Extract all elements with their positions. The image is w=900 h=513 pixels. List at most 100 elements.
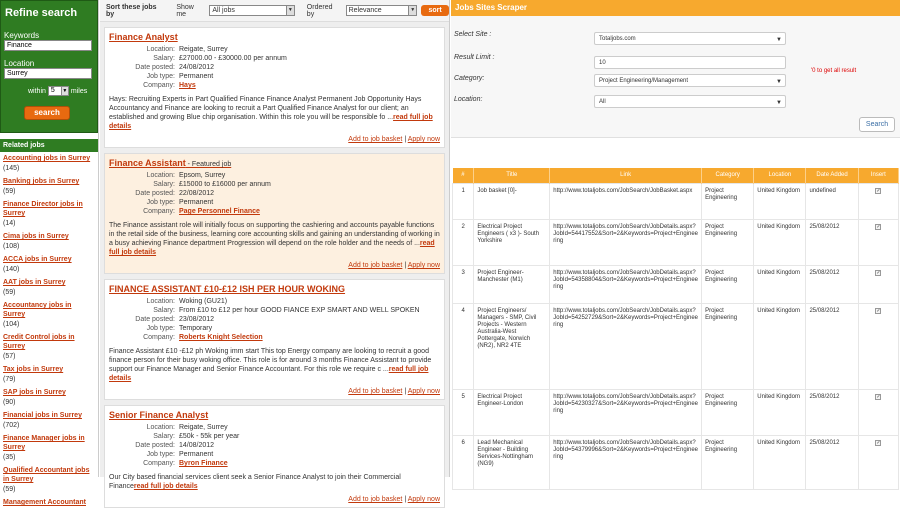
row-insert: ✓ [857, 264, 900, 304]
add-to-basket-link[interactable]: Add to job basket [348, 262, 402, 269]
job-location-value: Epsom, Surrey [179, 172, 226, 179]
add-to-basket-link[interactable]: Add to job basket [348, 136, 402, 143]
sort-button[interactable]: sort [421, 5, 450, 16]
location-select[interactable]: All ▼ [594, 95, 786, 108]
company-link[interactable]: Roberts Knight Selection [179, 334, 263, 341]
insert-checkbox[interactable]: ✓ [875, 439, 882, 446]
row-category: Project Engineering [701, 264, 755, 304]
job-company[interactable]: Hays [177, 81, 289, 90]
job-listings: Sort these jobs by Show me All jobs ▼ Ord… [100, 0, 450, 508]
related-job-link[interactable]: Cima jobs in Surrey [3, 232, 95, 241]
location-value: All [599, 99, 606, 105]
limit-input[interactable]: 10 [594, 56, 786, 69]
related-job-count: (104) [3, 321, 20, 328]
results-table: # Title Link Category Location Date Added Inse… [451, 168, 900, 490]
related-job-link[interactable]: Banking jobs in Surrey [3, 177, 95, 186]
show-me-select[interactable]: All jobs ▼ [209, 5, 295, 16]
job-title-heading: Senior Finance Analyst [109, 410, 440, 420]
job-type: Temporary [177, 324, 422, 333]
job-field-label: Company: [143, 460, 175, 467]
apply-now-link[interactable]: Apply now [408, 388, 440, 395]
related-job-link[interactable]: ACCA jobs in Surrey [3, 255, 95, 264]
ordered-by-select[interactable]: Relevance ▼ [345, 5, 418, 16]
related-job-link[interactable]: Accountancy jobs in Surrey [3, 301, 95, 319]
related-job-item: Finance Manager jobs in Surrey (35) [3, 434, 95, 462]
company-link[interactable]: Byron Finance [179, 460, 228, 467]
related-job-link[interactable]: Financial jobs in Surrey [3, 411, 95, 420]
category-select[interactable]: Project Engineering/Management ▼ [594, 74, 786, 87]
related-job-link[interactable]: Finance Director jobs in Surrey [3, 200, 95, 218]
company-link[interactable]: Page Personnel Finance [179, 208, 260, 215]
job-location: Reigate, Surrey [177, 45, 289, 54]
related-job-count: (140) [3, 266, 20, 273]
apply-now-link[interactable]: Apply now [408, 496, 440, 503]
row-location: United Kingdom [753, 218, 807, 266]
job-field-row: Company: Byron Finance [119, 459, 241, 468]
job-company[interactable]: Page Personnel Finance [177, 207, 273, 216]
add-to-basket-link[interactable]: Add to job basket [348, 388, 402, 395]
refine-search-button[interactable]: search [24, 106, 70, 120]
apply-now-link[interactable]: Apply now [408, 136, 440, 143]
row-title: Project Engineer-Manchester (M1) [473, 264, 551, 304]
row-number: 6 [451, 434, 475, 490]
job-field-label: Salary: [153, 433, 175, 440]
related-job-link[interactable]: Qualified Accountant jobs in Surrey [3, 466, 95, 484]
related-job-link[interactable]: Credit Control jobs in Surrey [3, 333, 95, 351]
row-date: 25/08/2012 [805, 218, 859, 266]
job-title-link[interactable]: Finance Assistant [109, 158, 186, 168]
job-description: The Finance assistant role will initiall… [109, 221, 440, 257]
insert-checkbox[interactable]: ✓ [875, 307, 882, 314]
job-details: Location: Reigate, Surrey Salary: £50k - 55… [119, 423, 241, 468]
job-company[interactable]: Byron Finance [177, 459, 241, 468]
keywords-input[interactable] [4, 40, 92, 51]
related-job-link[interactable]: Finance Manager jobs in Surrey [3, 434, 95, 452]
company-link[interactable]: Hays [179, 82, 196, 89]
job-title-link[interactable]: FINANCE ASSISTANT £10-£12 ISH PER HOUR W… [109, 284, 345, 294]
job-field-row: Location: Woking (GU21) [119, 297, 422, 306]
scraper-panel: Jobs Sites Scraper Select Site : Totaljo… [451, 0, 900, 490]
within-label: within [28, 87, 46, 95]
related-job-link[interactable]: AAT jobs in Surrey [3, 278, 95, 287]
insert-checkbox[interactable]: ✓ [875, 223, 882, 230]
insert-checkbox[interactable]: ✓ [875, 269, 882, 276]
apply-now-link[interactable]: Apply now [408, 262, 440, 269]
read-full-link[interactable]: read full job details [134, 483, 198, 490]
related-job-count: (145) [3, 165, 20, 172]
ordered-by-label: Ordered by [306, 3, 333, 18]
job-description: Our City based financial services client… [109, 473, 440, 491]
row-date: 25/08/2012 [805, 434, 859, 490]
job-field-label: Job type: [146, 199, 175, 206]
job-type-value: Permanent [179, 73, 214, 80]
within-row: within 5 ▼ miles [4, 86, 94, 96]
results-body: 1 Job basket [0]- http://www.totaljobs.c… [451, 182, 900, 490]
keywords-label: Keywords [4, 31, 40, 40]
location-input[interactable] [4, 68, 92, 79]
job-field-label: Location: [146, 46, 175, 53]
refine-title: Refine search [5, 7, 78, 19]
related-job-link[interactable]: Management Accountant [3, 498, 95, 507]
column-header: Link [549, 168, 703, 183]
site-select[interactable]: Totaljobs.com ▼ [594, 32, 786, 45]
row-location: United Kingdom [753, 264, 807, 304]
add-to-basket-link[interactable]: Add to job basket [348, 496, 402, 503]
job-field-label: Location: [146, 172, 175, 179]
insert-checkbox[interactable]: ✓ [875, 187, 882, 194]
job-card: Finance Assistant - Featured job Locatio… [104, 153, 445, 274]
row-date: 25/08/2012 [805, 302, 859, 390]
insert-checkbox[interactable]: ✓ [875, 393, 882, 400]
job-company[interactable]: Roberts Knight Selection [177, 333, 422, 342]
row-title: Project Engineers/ Managers - SMP, Civil… [473, 302, 551, 390]
table-row: 5 Electrical Project Engineer-London htt… [451, 388, 900, 436]
related-job-link[interactable]: Accounting jobs in Surrey [3, 154, 95, 163]
job-title-link[interactable]: Senior Finance Analyst [109, 410, 208, 420]
scraper-search-button[interactable]: Search [859, 117, 895, 132]
job-field-label: Company: [143, 334, 175, 341]
sort-label: Sort these jobs by [106, 3, 157, 18]
row-title: Electrical Project Engineers ( x3 )- Sou… [473, 218, 551, 266]
job-field-row: Date posted: 23/08/2012 [119, 315, 422, 324]
job-title-link[interactable]: Finance Analyst [109, 32, 178, 42]
job-card: Senior Finance Analyst Location: Reigate,… [104, 405, 445, 508]
related-job-link[interactable]: Tax jobs in Surrey [3, 365, 95, 374]
within-select[interactable]: 5 ▼ [47, 86, 69, 96]
related-job-link[interactable]: SAP jobs in Surrey [3, 388, 95, 397]
